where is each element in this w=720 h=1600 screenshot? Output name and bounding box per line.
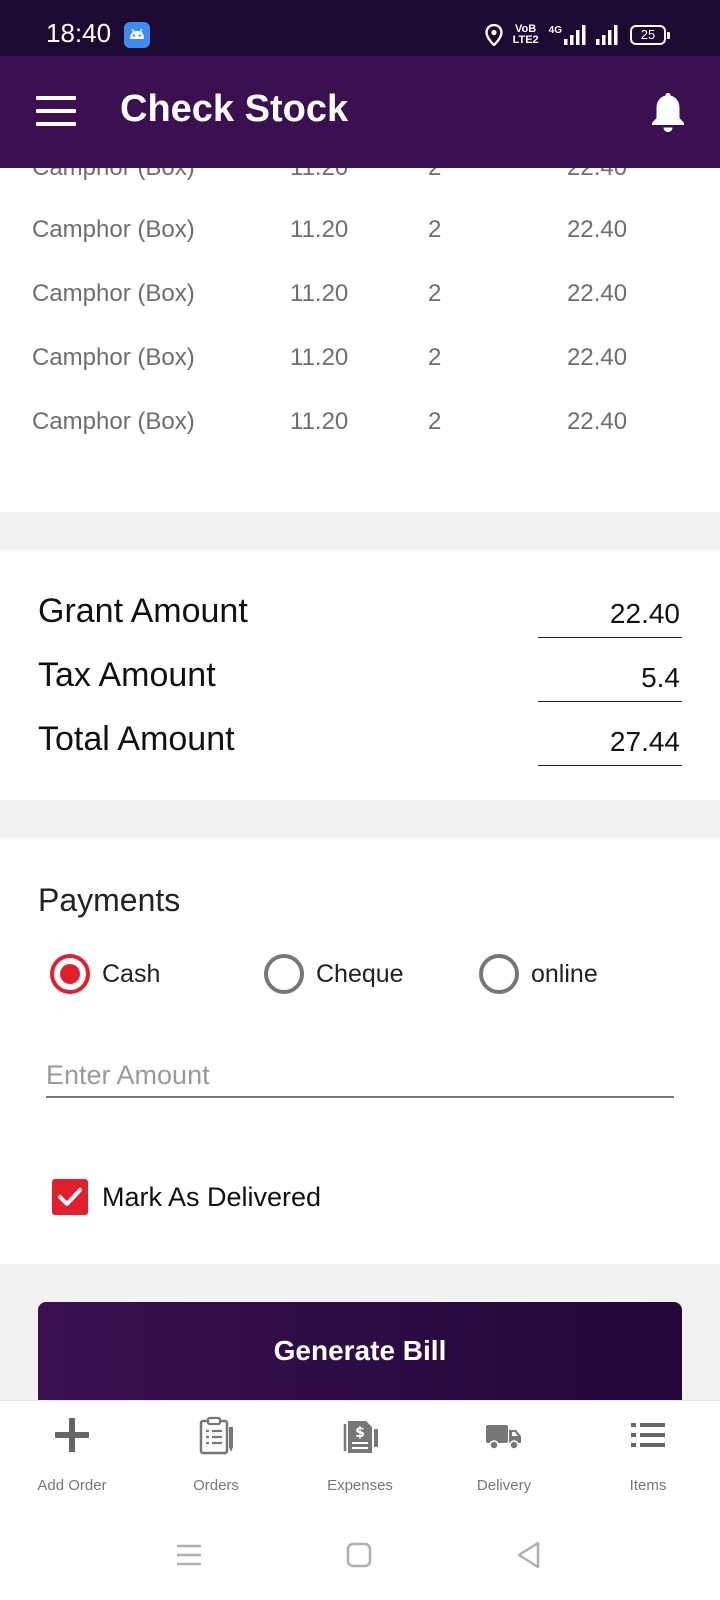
item-total: 22.40 (567, 216, 628, 243)
clipboard-icon (196, 1415, 236, 1455)
location-icon (484, 24, 503, 46)
amounts-section: Grant Amount 22.40 Tax Amount 5.4 Total … (0, 550, 720, 800)
payment-option-online[interactable]: online (479, 952, 598, 996)
page-title: Check Stock (120, 88, 349, 130)
nav-label: Add Order (37, 1477, 107, 1494)
item-name: Camphor (Box) (32, 168, 195, 182)
back-icon[interactable] (514, 1540, 544, 1570)
table-row: Camphor (Box) 11.20 2 22.40 (0, 168, 720, 190)
payments-section: Payments Cash Cheque online Mark As Deli… (0, 838, 720, 1264)
item-name: Camphor (Box) (32, 344, 195, 371)
item-qty: 2 (428, 408, 442, 435)
nav-item-items[interactable]: Items (576, 1401, 720, 1511)
nav-label: Items (629, 1477, 667, 1494)
menu-icon[interactable] (36, 96, 76, 126)
item-total: 22.40 (567, 280, 628, 307)
svg-text:$: $ (355, 1425, 365, 1441)
nav-item-add-order[interactable]: Add Order (0, 1401, 144, 1511)
nav-item-expenses[interactable]: $ Expenses (288, 1401, 432, 1511)
section-divider (0, 800, 720, 838)
item-name: Camphor (Box) (32, 280, 195, 307)
volte-indicator: VoB LTE2 (513, 24, 539, 46)
item-qty: 2 (428, 344, 442, 371)
tax-amount-row: Tax Amount 5.4 (0, 656, 720, 706)
mark-delivered-label: Mark As Delivered (102, 1181, 322, 1212)
item-name: Camphor (Box) (32, 216, 195, 243)
nav-item-delivery[interactable]: Delivery (432, 1401, 576, 1511)
item-name: Camphor (Box) (32, 408, 195, 435)
section-divider (0, 512, 720, 550)
system-navigation-bar (0, 1510, 720, 1600)
item-price: 11.20 (290, 216, 349, 243)
status-bar: 18:40 VoB LTE2 4G 25 (0, 0, 720, 56)
signal-icon (596, 25, 620, 45)
item-price: 11.20 (290, 168, 348, 182)
amount-input[interactable] (46, 1054, 674, 1098)
payment-option-label: online (531, 959, 598, 988)
grant-amount-row: Grant Amount 22.40 (0, 592, 720, 642)
table-row: Camphor (Box) 11.20 2 22.40 (0, 404, 720, 444)
notification-bell-icon[interactable] (648, 90, 688, 134)
table-row: Camphor (Box) 11.20 2 22.40 (0, 340, 720, 380)
signal-4g-icon: 4G (549, 25, 586, 45)
item-total: 22.40 (567, 168, 627, 182)
total-amount-value: 27.44 (538, 726, 682, 766)
generate-bill-area: Generate Bill (0, 1264, 720, 1400)
lte-label: LTE2 (512, 34, 539, 46)
payment-option-label: Cash (102, 959, 161, 988)
generate-bill-button[interactable]: Generate Bill (38, 1302, 682, 1400)
item-qty: 2 (428, 280, 442, 307)
expense-receipt-icon: $ (340, 1415, 380, 1455)
radio-unselected-icon[interactable] (479, 954, 519, 994)
status-time: 18:40 (46, 18, 112, 48)
grant-amount-value: 22.40 (538, 598, 682, 638)
payment-option-cheque[interactable]: Cheque (264, 952, 404, 996)
item-price: 11.20 (290, 344, 349, 371)
android-notification-icon (124, 22, 150, 48)
nav-label: Orders (193, 1477, 239, 1494)
bottom-navigation: Add Order Orders $ Expenses Delivery Ite… (0, 1400, 720, 1510)
checkbox-checked-icon[interactable] (52, 1179, 88, 1215)
recent-apps-icon[interactable] (174, 1540, 204, 1570)
grant-amount-label: Grant Amount (38, 592, 248, 630)
item-qty: 2 (428, 168, 441, 182)
item-total: 22.40 (567, 344, 628, 371)
table-row: Camphor (Box) 11.20 2 22.40 (0, 276, 720, 316)
battery-icon: 25 (630, 25, 670, 45)
items-table: Camphor (Box) 11.20 2 22.40 Camphor (Box… (0, 168, 720, 512)
plus-icon (52, 1415, 92, 1455)
payment-option-label: Cheque (316, 959, 404, 988)
item-total: 22.40 (567, 408, 628, 435)
truck-icon (484, 1415, 524, 1455)
mark-delivered-checkbox-row[interactable]: Mark As Delivered (52, 1178, 321, 1216)
total-amount-label: Total Amount (38, 720, 235, 758)
total-amount-row: Total Amount 27.44 (0, 720, 720, 770)
nav-label: Delivery (476, 1477, 532, 1494)
item-price: 11.20 (290, 280, 349, 307)
tax-amount-label: Tax Amount (38, 656, 216, 694)
nav-label: Expenses (327, 1477, 393, 1494)
item-price: 11.20 (290, 408, 349, 435)
home-icon[interactable] (344, 1540, 374, 1570)
radio-selected-icon[interactable] (50, 954, 90, 994)
table-row: Camphor (Box) 11.20 2 22.40 (0, 212, 720, 252)
nav-item-orders[interactable]: Orders (144, 1401, 288, 1511)
status-icons: VoB LTE2 4G 25 (484, 22, 670, 48)
payments-title: Payments (38, 882, 181, 918)
tax-amount-value: 5.4 (538, 662, 682, 702)
list-icon (628, 1415, 668, 1455)
signal-4g-label: 4G (548, 25, 562, 36)
item-qty: 2 (428, 216, 442, 243)
app-bar: Check Stock (0, 56, 720, 168)
payment-option-cash[interactable]: Cash (50, 952, 160, 996)
radio-unselected-icon[interactable] (264, 954, 304, 994)
